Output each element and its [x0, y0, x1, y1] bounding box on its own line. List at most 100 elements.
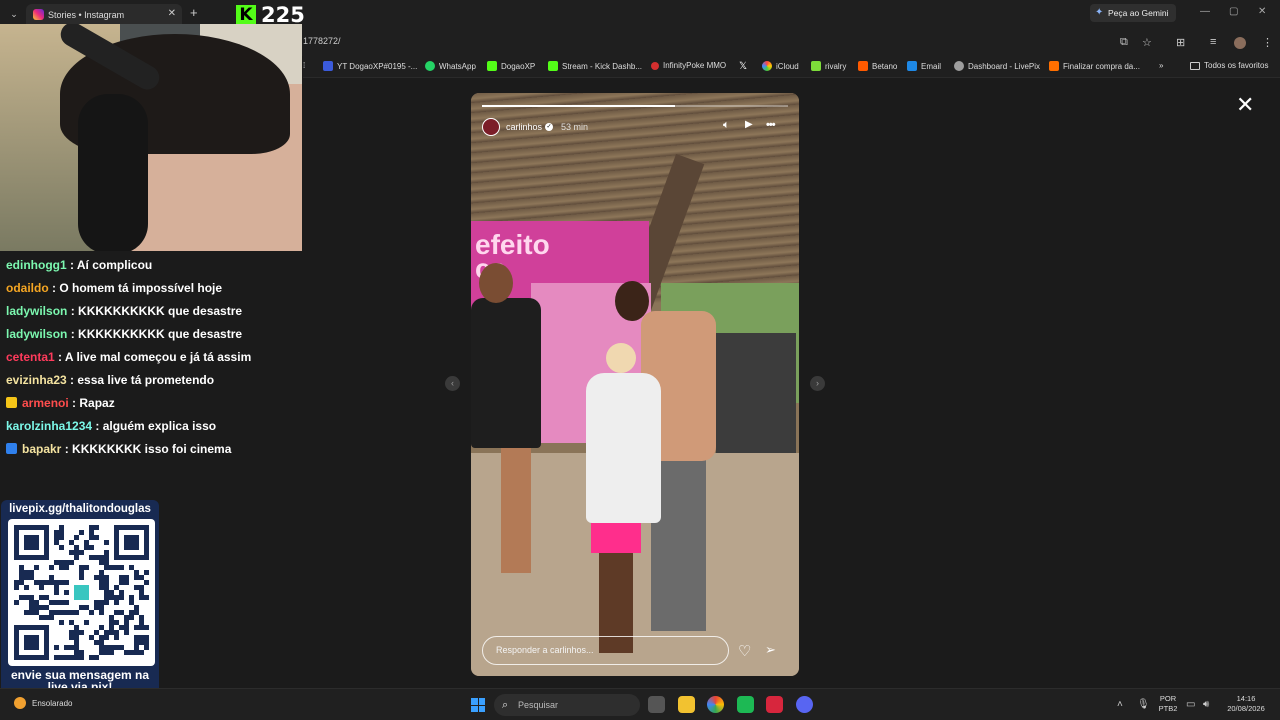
- chat-username[interactable]: cetenta1: [6, 350, 55, 364]
- whatsapp-icon: [425, 61, 435, 71]
- bookmark-item[interactable]: Finalizar compra da...: [1049, 61, 1140, 71]
- rivalry-icon: [811, 61, 821, 71]
- volume-icon[interactable]: 🔊︎: [1203, 699, 1209, 710]
- bookmarks-more-button[interactable]: »: [1159, 61, 1163, 70]
- app-icon-red[interactable]: [766, 696, 783, 713]
- microphone-icon[interactable]: 🎙︎: [1137, 699, 1150, 710]
- story-card[interactable]: efeito ca carlinhos ✓ 53 min 🔈︎ ▶ ••• Re…: [471, 93, 799, 676]
- chat-message: bapakr : KKKKKKKK isso foi cinema: [0, 439, 302, 462]
- search-icon: ⌕: [502, 699, 509, 711]
- folder-icon: [1190, 61, 1200, 70]
- start-button[interactable]: [471, 698, 485, 712]
- next-story-button[interactable]: ›: [810, 376, 825, 391]
- clock[interactable]: 14:16 20/08/2026: [1220, 694, 1272, 714]
- bookmark-item[interactable]: Email: [907, 61, 941, 71]
- browser-menu-icon[interactable]: ⋮: [1262, 36, 1273, 49]
- person-white-shirt: [581, 343, 661, 663]
- reading-list-icon[interactable]: ≡: [1210, 36, 1216, 48]
- language-indicator[interactable]: POR PTB2: [1158, 694, 1178, 714]
- maximize-button[interactable]: ▢: [1229, 6, 1238, 17]
- story-username[interactable]: carlinhos: [506, 122, 542, 132]
- instagram-icon: [33, 9, 44, 20]
- mute-icon[interactable]: 🔈︎: [723, 119, 730, 132]
- tray-overflow-icon[interactable]: ˄: [1117, 699, 1123, 710]
- person-left: [471, 263, 546, 593]
- pokeball-icon: [651, 61, 659, 70]
- extensions-icon[interactable]: ⊞: [1176, 36, 1185, 49]
- chat-message: evizinha23 : essa live tá prometendo: [0, 370, 302, 393]
- more-icon[interactable]: •••: [766, 119, 776, 131]
- network-icon[interactable]: ▭: [1186, 699, 1195, 710]
- chat-username[interactable]: odaildo: [6, 281, 49, 295]
- kick-logo-icon: K: [236, 5, 256, 25]
- bookmark-item[interactable]: iCloud: [762, 61, 799, 71]
- stream-chat: edinhogg1 : Aí complicou odaildo : O home…: [0, 255, 302, 462]
- chat-message: cetenta1 : A live mal começou e já tá as…: [0, 347, 302, 370]
- tab-search-button[interactable]: ⌄: [6, 6, 22, 22]
- all-favorites-folder[interactable]: Todos os favoritos: [1190, 61, 1268, 70]
- x-logo-icon: 𝕏: [739, 61, 748, 72]
- story-header: carlinhos ✓ 53 min: [482, 115, 788, 139]
- chat-text: : KKKKKKKKKK que desastre: [67, 304, 243, 318]
- bookmark-item[interactable]: YT DogaoXP#0195 -...: [323, 61, 417, 71]
- tab-close-button[interactable]: ✕: [168, 8, 176, 19]
- chat-username[interactable]: bapakr: [22, 442, 61, 456]
- chat-message: ladywilson : KKKKKKKKKK que desastre: [0, 301, 302, 324]
- app-icon-green[interactable]: [737, 696, 754, 713]
- bookmark-item[interactable]: rivalry: [811, 61, 846, 71]
- bookmark-item[interactable]: WhatsApp: [425, 61, 476, 71]
- file-explorer-icon[interactable]: [678, 696, 695, 713]
- profile-avatar[interactable]: [1234, 37, 1246, 49]
- tab-instagram-stories[interactable]: Stories • Instagram ✕: [26, 4, 182, 26]
- url-text[interactable]: 1778272/: [303, 36, 341, 46]
- chrome-icon[interactable]: [707, 696, 724, 713]
- chat-username[interactable]: edinhogg1: [6, 258, 67, 272]
- heart-icon[interactable]: ♡: [738, 642, 751, 660]
- weather-widget[interactable]: Ensolarado: [14, 697, 72, 709]
- taskbar-search[interactable]: ⌕ Pesquisar: [494, 694, 640, 716]
- previous-story-button[interactable]: ‹: [445, 376, 460, 391]
- story-progress-fill: [482, 105, 675, 107]
- install-app-icon[interactable]: ⧉: [1120, 36, 1128, 49]
- discord-icon[interactable]: [796, 696, 813, 713]
- new-tab-button[interactable]: +: [190, 5, 198, 20]
- chat-text: : essa live tá prometendo: [66, 373, 215, 387]
- verified-badge-icon: ✓: [545, 123, 554, 131]
- gemini-button[interactable]: Peça ao Gemini: [1090, 4, 1176, 22]
- chat-message: odaildo : O homem tá impossível hoje: [0, 278, 302, 301]
- bookmark-item[interactable]: Dashboard - LivePix: [954, 61, 1040, 71]
- window-close-button[interactable]: ✕: [1258, 6, 1266, 17]
- chat-username[interactable]: ladywilson: [6, 304, 67, 318]
- bookmark-item[interactable]: DogaoXP: [487, 61, 535, 71]
- task-view-icon[interactable]: [648, 696, 665, 713]
- chat-username[interactable]: evizinha23: [6, 373, 67, 387]
- bookmark-item[interactable]: Stream - Kick Dashb...: [548, 61, 642, 71]
- chat-text: : Rapaz: [68, 396, 115, 410]
- bookmark-item[interactable]: Betano: [858, 61, 897, 71]
- chat-message: ladywilson : KKKKKKKKKK que desastre: [0, 324, 302, 347]
- chat-message: armenoi : Rapaz: [0, 393, 302, 416]
- reply-input[interactable]: Responder a carlinhos...: [482, 636, 729, 665]
- bookmark-overflow-left[interactable]: ⁞: [303, 61, 305, 70]
- send-icon[interactable]: ➢: [765, 642, 776, 658]
- chat-text: : A live mal começou e já tá assim: [54, 350, 252, 364]
- globe-icon: [954, 61, 964, 71]
- story-avatar[interactable]: [482, 118, 500, 136]
- chat-text: : Aí complicou: [66, 258, 153, 272]
- bookmark-item[interactable]: 𝕏: [739, 61, 747, 72]
- bookmark-item[interactable]: InfinityPoke MMO: [651, 61, 726, 70]
- tab-title: Stories • Instagram: [48, 10, 125, 20]
- kick-icon: [548, 61, 558, 71]
- kick-icon: [487, 61, 497, 71]
- streamer-webcam: [0, 24, 302, 251]
- chat-username[interactable]: armenoi: [22, 396, 69, 410]
- livepix-url: livepix.gg/thalitondouglas: [9, 503, 151, 515]
- chat-username[interactable]: ladywilson: [6, 327, 67, 341]
- chat-username[interactable]: karolzinha1234: [6, 419, 92, 433]
- close-stories-button[interactable]: ✕: [1236, 94, 1254, 116]
- play-icon[interactable]: ▶: [745, 119, 753, 130]
- icloud-icon: [762, 61, 772, 71]
- chat-text: : O homem tá impossível hoje: [48, 281, 223, 295]
- bookmark-star-icon[interactable]: ☆: [1142, 36, 1152, 49]
- minimize-button[interactable]: —: [1200, 6, 1210, 17]
